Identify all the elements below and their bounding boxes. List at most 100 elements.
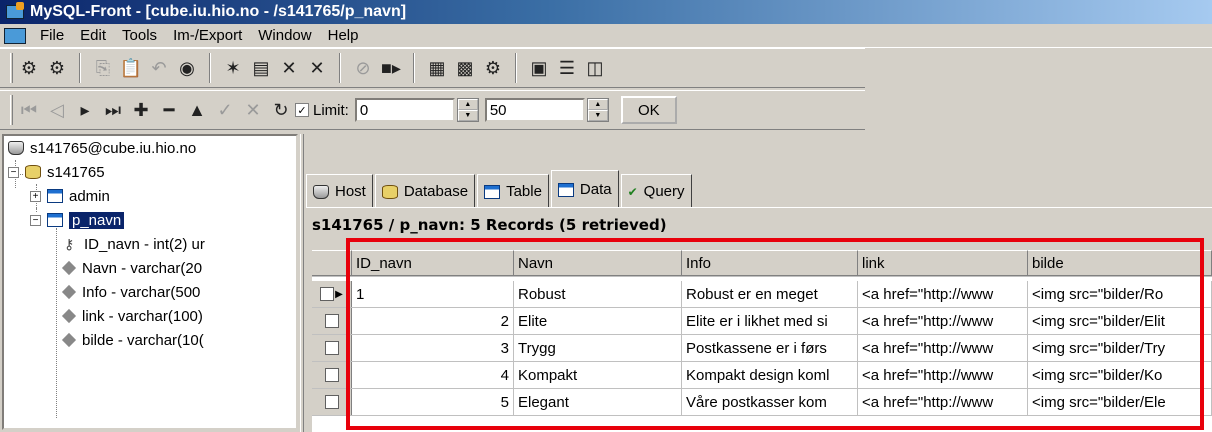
- cell-bilde[interactable]: <img src="bilder/Ro: [1028, 281, 1212, 307]
- table-row[interactable]: 4 Kompakt Kompakt design koml <a href="h…: [312, 362, 1212, 389]
- cell-info[interactable]: Kompakt design koml: [682, 362, 858, 388]
- remove-record-icon[interactable]: ━: [156, 97, 182, 123]
- run-icon[interactable]: ■▸: [378, 55, 404, 81]
- tab-host[interactable]: Host: [306, 174, 373, 208]
- tab-database[interactable]: Database: [374, 174, 476, 208]
- import-icon[interactable]: ▩: [452, 55, 478, 81]
- mdi-child-icon[interactable]: [4, 27, 26, 44]
- row-checkbox[interactable]: [324, 395, 339, 409]
- cell-link[interactable]: <a href="http://www: [858, 281, 1028, 307]
- tree-field-node[interactable]: link - varchar(100): [60, 306, 203, 326]
- column-header-navn[interactable]: Navn: [514, 250, 682, 276]
- collapse-icon[interactable]: −: [8, 166, 19, 178]
- cell-link[interactable]: <a href="http://www: [858, 308, 1028, 334]
- row-indicator[interactable]: ▶: [312, 281, 352, 307]
- cell-id-navn[interactable]: 5: [352, 389, 514, 415]
- offset-spinner[interactable]: ▲ ▼: [456, 98, 479, 122]
- tree-field-node[interactable]: bilde - varchar(10(: [60, 330, 204, 350]
- expand-icon[interactable]: +: [30, 190, 41, 202]
- post-record-icon[interactable]: ✓: [212, 97, 238, 123]
- cell-bilde[interactable]: <img src="bilder/Elit: [1028, 308, 1212, 334]
- column-header-info[interactable]: Info: [682, 250, 858, 276]
- tree-field-node[interactable]: ⚷ ID_navn - int(2) ur: [60, 234, 205, 254]
- row-checkbox[interactable]: [320, 287, 335, 301]
- table-row[interactable]: ▶ 1 Robust Robust er en meget <a href="h…: [312, 281, 1212, 308]
- copy-icon[interactable]: ⎘: [90, 55, 116, 81]
- delete-icon[interactable]: ✕: [304, 55, 330, 81]
- row-indicator[interactable]: [312, 362, 352, 388]
- cell-navn[interactable]: Trygg: [514, 335, 682, 361]
- row-indicator[interactable]: [312, 308, 352, 334]
- database-tree[interactable]: s141765@cube.iu.hio.no − s141765 + admin…: [2, 134, 298, 430]
- tab-query[interactable]: ✔ Query: [620, 174, 692, 208]
- cell-info[interactable]: Elite er i likhet med si: [682, 308, 858, 334]
- stop-icon[interactable]: ⊘: [350, 55, 376, 81]
- tree-table-admin[interactable]: + admin: [30, 186, 110, 206]
- edit-record-icon[interactable]: ▲: [184, 97, 210, 123]
- sql-editor-icon[interactable]: ▦: [424, 55, 450, 81]
- refresh-icon[interactable]: ◉: [174, 55, 200, 81]
- data-grid[interactable]: ID_navn Navn Info link bilde ▶ 1 Robust …: [312, 250, 1212, 432]
- cell-link[interactable]: <a href="http://www: [858, 335, 1028, 361]
- add-record-icon[interactable]: ✚: [128, 97, 154, 123]
- limit-offset-input[interactable]: 0: [354, 98, 455, 122]
- limit-checkbox[interactable]: ✓: [295, 103, 309, 117]
- disconnect-icon[interactable]: ⚙: [44, 55, 70, 81]
- cell-link[interactable]: <a href="http://www: [858, 389, 1028, 415]
- row-indicator[interactable]: [312, 335, 352, 361]
- layout-rows-icon[interactable]: ☰: [554, 55, 580, 81]
- cell-navn[interactable]: Kompakt: [514, 362, 682, 388]
- cell-info[interactable]: Robust er en meget: [682, 281, 858, 307]
- first-record-icon[interactable]: ⏮: [16, 97, 42, 123]
- tab-data[interactable]: Data: [550, 170, 619, 208]
- cancel-record-icon[interactable]: ✕: [240, 97, 266, 123]
- prev-record-icon[interactable]: ◁: [44, 97, 70, 123]
- tile-icon[interactable]: ▣: [526, 55, 552, 81]
- menu-window[interactable]: Window: [250, 27, 319, 44]
- undo-icon[interactable]: ↶: [146, 55, 172, 81]
- tree-field-node[interactable]: Navn - varchar(20: [60, 258, 202, 278]
- cell-link[interactable]: <a href="http://www: [858, 362, 1028, 388]
- tab-table[interactable]: Table: [477, 174, 549, 208]
- table-row[interactable]: 5 Elegant Våre postkasser kom <a href="h…: [312, 389, 1212, 416]
- cell-id-navn[interactable]: 3: [352, 335, 514, 361]
- layout-columns-icon[interactable]: ◫: [582, 55, 608, 81]
- row-indicator[interactable]: [312, 389, 352, 415]
- pane-splitter[interactable]: [300, 134, 304, 432]
- table-row[interactable]: 2 Elite Elite er i likhet med si <a href…: [312, 308, 1212, 335]
- refresh-data-icon[interactable]: ↻: [268, 97, 294, 123]
- ok-button[interactable]: OK: [620, 96, 677, 124]
- collapse-icon[interactable]: −: [30, 214, 41, 226]
- settings-icon[interactable]: ⚙: [480, 55, 506, 81]
- menu-file[interactable]: File: [32, 27, 72, 44]
- limit-count-input[interactable]: 50: [484, 98, 585, 122]
- tree-field-node[interactable]: Info - varchar(500: [60, 282, 200, 302]
- toolbar-grip[interactable]: [10, 95, 13, 125]
- row-checkbox[interactable]: [324, 341, 339, 355]
- connect-icon[interactable]: ⚙: [16, 55, 42, 81]
- cell-id-navn[interactable]: 2: [352, 308, 514, 334]
- tree-server-node[interactable]: s141765@cube.iu.hio.no: [8, 138, 196, 158]
- tree-table-p-navn[interactable]: − p_navn: [30, 210, 125, 230]
- menu-im-export[interactable]: Im-/Export: [165, 27, 250, 44]
- last-record-icon[interactable]: ⏭: [100, 97, 126, 123]
- next-record-icon[interactable]: ▸: [72, 97, 98, 123]
- tree-database-node[interactable]: − s141765: [8, 162, 105, 182]
- cell-bilde[interactable]: <img src="bilder/Ele: [1028, 389, 1212, 415]
- menu-help[interactable]: Help: [320, 27, 367, 44]
- table-row[interactable]: 3 Trygg Postkassene er i førs <a href="h…: [312, 335, 1212, 362]
- cell-navn[interactable]: Elite: [514, 308, 682, 334]
- empty-table-icon[interactable]: ▤: [248, 55, 274, 81]
- cell-bilde[interactable]: <img src="bilder/Ko: [1028, 362, 1212, 388]
- toolbar-grip[interactable]: [10, 53, 13, 83]
- column-header-bilde[interactable]: bilde: [1028, 250, 1212, 276]
- row-checkbox[interactable]: [324, 314, 339, 328]
- cell-navn[interactable]: Robust: [514, 281, 682, 307]
- count-spinner[interactable]: ▲ ▼: [586, 98, 609, 122]
- row-checkbox[interactable]: [324, 368, 339, 382]
- column-header-link[interactable]: link: [858, 250, 1028, 276]
- drop-icon[interactable]: ✕: [276, 55, 302, 81]
- column-header-id-navn[interactable]: ID_navn: [352, 250, 514, 276]
- cell-info[interactable]: Våre postkasser kom: [682, 389, 858, 415]
- menu-edit[interactable]: Edit: [72, 27, 114, 44]
